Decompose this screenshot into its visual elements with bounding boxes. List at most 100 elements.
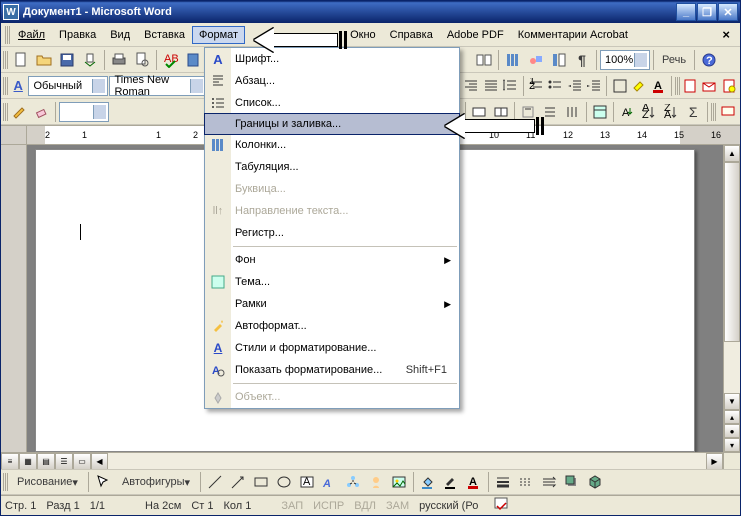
textbox-button[interactable]: A [296,471,318,493]
pdf-email-button[interactable] [700,75,719,97]
doc-map-button[interactable] [548,49,570,71]
print-preview-button[interactable] [131,49,153,71]
vertical-scrollbar[interactable]: ▲ ▼ ▴ ● ▾ [723,145,740,452]
scroll-thumb[interactable] [724,162,740,342]
shadow-button[interactable] [561,471,583,493]
select-objects-button[interactable] [92,471,114,493]
columns-button[interactable] [502,49,524,71]
dec-indent-button[interactable] [565,75,584,97]
status-ext[interactable]: ВДЛ [354,500,376,512]
menuitem-styles[interactable]: A Стили и форматирование... [205,337,459,359]
line-weight-button[interactable] [492,471,514,493]
3d-button[interactable] [584,471,606,493]
draw-menu-button[interactable]: Рисование ▾ [10,471,85,493]
scroll-up-button[interactable]: ▲ [724,145,740,162]
menuitem-tabs[interactable]: Табуляция... [205,156,459,178]
next-page-button[interactable]: ▾ [724,438,740,452]
new-button[interactable] [10,49,32,71]
diagram-button[interactable] [342,471,364,493]
menu-edit[interactable]: Правка [52,26,103,44]
status-trk[interactable]: ИСПР [313,500,344,512]
menu-adobe-pdf[interactable]: Adobe PDF [440,26,511,44]
styles-pane-button[interactable]: A [9,75,28,97]
autoshapes-button[interactable]: Автофигуры ▾ [115,471,197,493]
borders-button[interactable] [610,75,629,97]
justify-button[interactable] [482,75,501,97]
oval-button[interactable] [273,471,295,493]
acrobat-comments-button[interactable] [717,101,738,123]
autosum-button[interactable]: Σ [683,101,704,123]
web-view-button[interactable]: ▦ [19,453,37,470]
eraser-button[interactable] [31,101,52,123]
pdf-convert-button[interactable] [681,75,700,97]
spellcheck-status-icon[interactable] [494,497,510,514]
line-style-combo[interactable] [59,102,109,122]
horizontal-scrollbar[interactable] [108,453,706,469]
scroll-right-button[interactable]: ▶ [706,453,723,470]
scroll-down-button[interactable]: ▼ [724,393,740,410]
dist-cols-button[interactable] [562,101,583,123]
drawing-button[interactable] [525,49,547,71]
read-button[interactable] [473,49,495,71]
rectangle-button[interactable] [250,471,272,493]
save-button[interactable] [56,49,78,71]
clipart-button[interactable] [365,471,387,493]
spellcheck-button[interactable]: AB [160,49,182,71]
menu-format[interactable]: Формат [192,26,245,44]
inc-indent-button[interactable] [585,75,604,97]
permissions-button[interactable] [79,49,101,71]
research-button[interactable] [183,49,205,71]
close-button[interactable]: ✕ [718,3,738,21]
numbering-button[interactable]: 12 [526,75,545,97]
menu-file[interactable]: Файл [11,26,52,44]
normal-view-button[interactable]: ≡ [1,453,19,470]
open-button[interactable] [33,49,55,71]
menuitem-paragraph[interactable]: Абзац... [205,70,459,92]
menuitem-background[interactable]: Фон▶ [205,249,459,271]
browse-object-button[interactable]: ● [724,424,740,438]
menu-view[interactable]: Вид [103,26,137,44]
font-color-draw-button[interactable]: A [463,471,485,493]
draw-table-button[interactable] [10,101,31,123]
menuitem-frames[interactable]: Рамки▶ [205,293,459,315]
show-marks-button[interactable]: ¶ [571,49,593,71]
picture-button[interactable] [388,471,410,493]
menu-window[interactable]: Окно [343,26,383,44]
vertical-ruler[interactable] [1,145,27,452]
line-button[interactable] [204,471,226,493]
menuitem-autoformat[interactable]: Автоформат... [205,315,459,337]
sort-asc-button[interactable]: AZ [639,101,660,123]
text-direction-button[interactable]: A [617,101,638,123]
align-right-button[interactable] [462,75,481,97]
doc-close-button[interactable]: × [716,27,736,42]
dash-style-button[interactable] [515,471,537,493]
help-button[interactable]: ? [698,49,720,71]
linespace-button[interactable] [501,75,520,97]
style-combo[interactable]: Обычный [28,76,108,96]
scroll-left-button[interactable]: ◀ [91,453,108,470]
line-color-button[interactable] [440,471,462,493]
menuitem-borders-shading[interactable]: Границы и заливка... [204,113,460,135]
status-ovr[interactable]: ЗАМ [386,500,409,512]
outline-view-button[interactable]: ☰ [55,453,73,470]
font-combo[interactable]: Times New Roman [109,76,206,96]
status-rec[interactable]: ЗАП [281,500,303,512]
font-color-button[interactable]: A [649,75,668,97]
menuitem-reveal-formatting[interactable]: A Показать форматирование...Shift+F1 [205,359,459,381]
prev-page-button[interactable]: ▴ [724,410,740,424]
menu-help[interactable]: Справка [383,26,440,44]
table-autoformat-button[interactable] [589,101,610,123]
menuitem-theme[interactable]: Тема... [205,271,459,293]
fill-color-button[interactable] [417,471,439,493]
print-view-button[interactable]: ▤ [37,453,55,470]
print-button[interactable] [108,49,130,71]
speech-button[interactable]: Речь [657,49,691,71]
menuitem-columns[interactable]: Колонки... [205,134,459,156]
wordart-button[interactable]: A [319,471,341,493]
bullets-button[interactable] [546,75,565,97]
menu-insert[interactable]: Вставка [137,26,192,44]
menuitem-change-case[interactable]: Регистр... [205,222,459,244]
zoom-combo[interactable]: 100% [600,50,650,70]
arrow-button[interactable] [227,471,249,493]
highlight-button[interactable] [630,75,649,97]
